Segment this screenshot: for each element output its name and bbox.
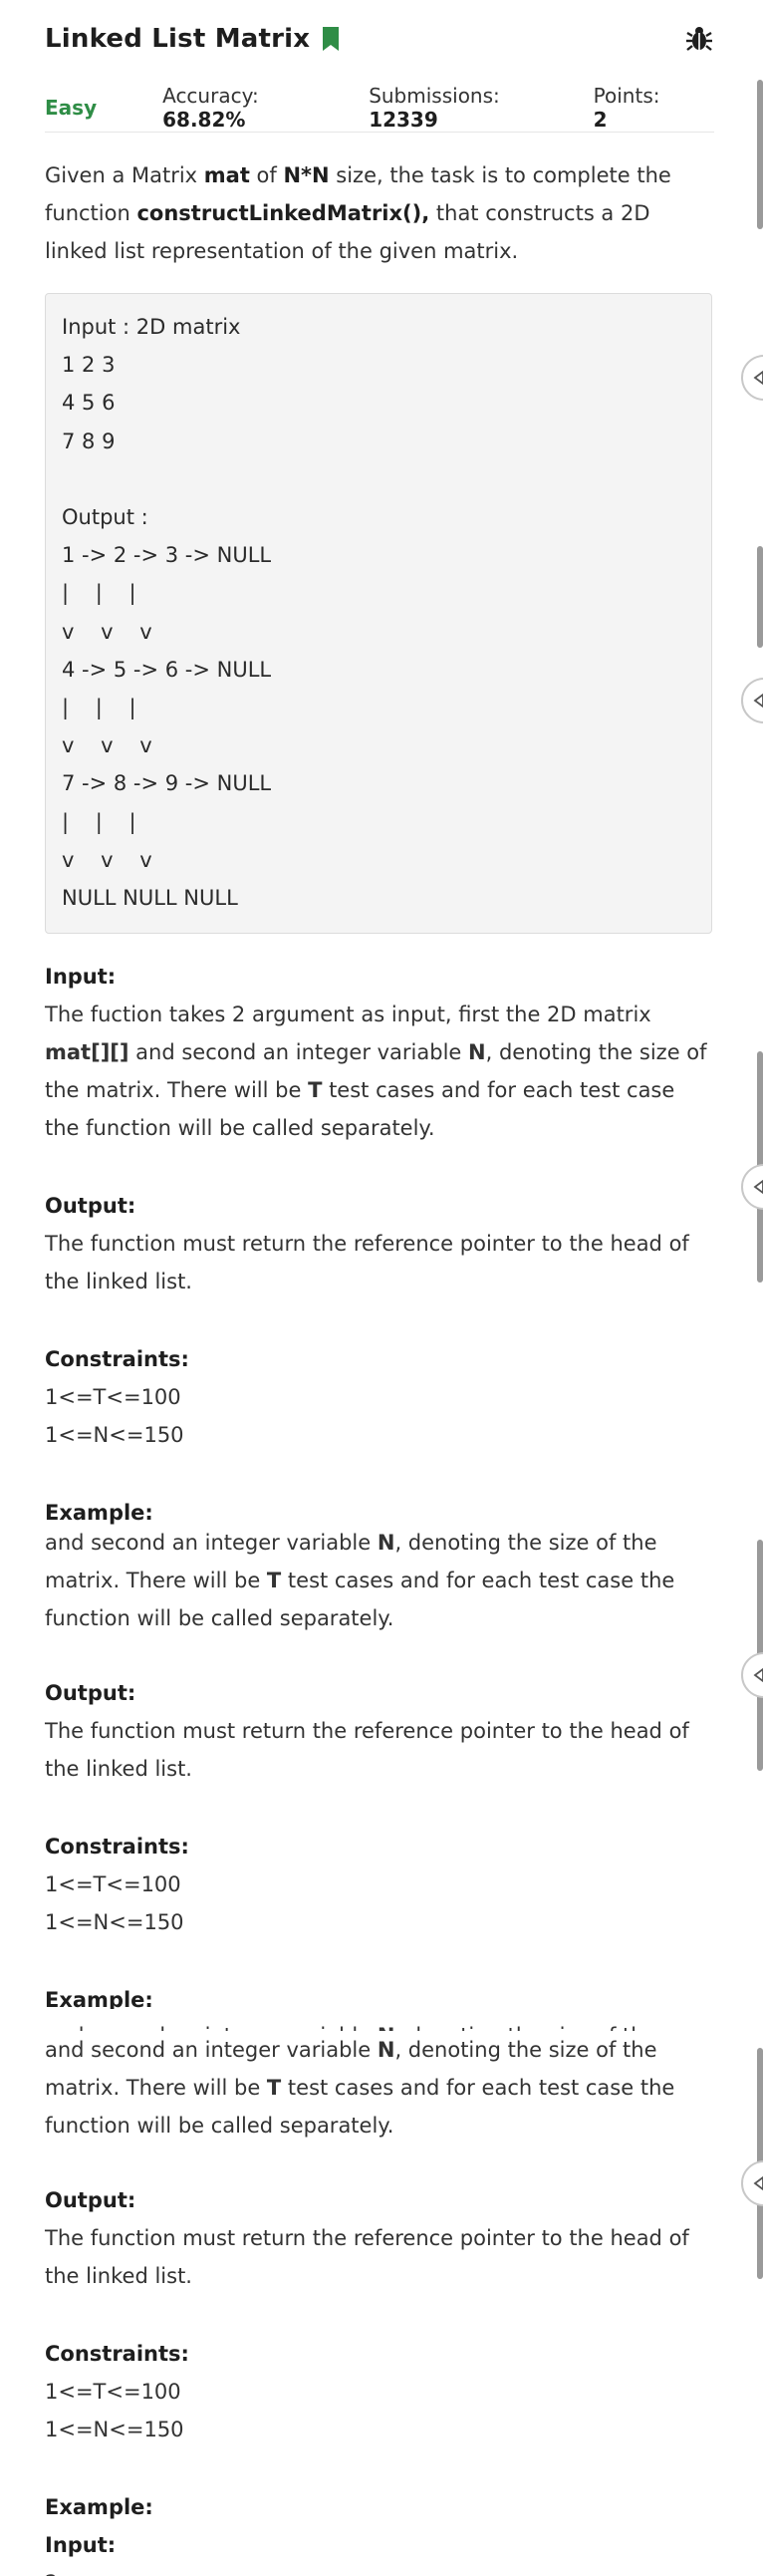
chevron-left-icon: [753, 371, 763, 385]
page-title: Linked List Matrix: [45, 24, 340, 54]
accuracy-stat: Accuracy: 68.82%: [162, 84, 259, 132]
problem-panel: Linked List Matrix Easy Accuracy: 68.82%…: [45, 0, 714, 2576]
example-input-heading: Input:: [45, 2533, 117, 2557]
output-section: Output: The function must return the ref…: [45, 2181, 714, 2295]
input-heading: Input:: [45, 965, 117, 989]
example-heading: Example:: [45, 1988, 153, 2009]
constraints-section: Constraints: 1<=T<=100 1<=N<=150: [45, 1340, 714, 1454]
constraints-section: Constraints: 1<=T<=100 1<=N<=150: [45, 2335, 714, 2448]
collapse-panel-handle[interactable]: [741, 678, 763, 723]
collapse-panel-handle[interactable]: [741, 355, 763, 401]
output-heading: Output:: [45, 1194, 136, 1218]
constraint-t: 1<=T<=100: [45, 1385, 181, 1409]
problem-meta: Easy Accuracy: 68.82% Submissions: 12339…: [45, 84, 714, 132]
example-heading: Example:: [45, 2495, 153, 2519]
constraints-heading: Constraints:: [45, 1347, 189, 1371]
collapse-panel-handle[interactable]: [741, 1652, 763, 1698]
example-input-value: 2: [45, 2564, 714, 2576]
problem-description: Given a Matrix mat of N*N size, the task…: [45, 163, 671, 263]
bookmark-icon[interactable]: [322, 26, 340, 52]
output-section: Output: The function must return the ref…: [45, 1674, 714, 1788]
chevron-left-icon: [753, 2176, 763, 2190]
constraints-heading: Constraints:: [45, 2342, 189, 2366]
output-heading: Output:: [45, 2188, 136, 2212]
repeat-input-text: and second an integer variable N, denoti…: [45, 2038, 675, 2138]
submissions-stat: Submissions: 12339: [369, 84, 500, 132]
repeat-input-text: and second an integer variable N, denoti…: [45, 1531, 675, 1630]
output-text: The function must return the reference p…: [45, 1719, 689, 1781]
header-divider: [45, 132, 714, 133]
report-bug-icon[interactable]: [684, 24, 714, 54]
points-stat: Points: 2: [593, 84, 660, 132]
problem-header: Linked List Matrix: [45, 0, 714, 88]
constraint-t: 1<=T<=100: [45, 1872, 181, 1896]
output-heading: Output:: [45, 1681, 136, 1705]
constraints-section: Constraints: 1<=T<=100 1<=N<=150: [45, 1828, 714, 1941]
clipped-line: and second an integer variable N, denoti…: [45, 2017, 714, 2031]
chevron-left-icon: [753, 694, 763, 708]
constraint-t: 1<=T<=100: [45, 2380, 181, 2404]
scrollbar-thumb[interactable]: [757, 80, 763, 229]
output-section: Output: The function must return the ref…: [45, 1187, 714, 1300]
constraints-heading: Constraints:: [45, 1835, 189, 1859]
constraint-n: 1<=N<=150: [45, 1423, 184, 1447]
collapse-panel-handle[interactable]: [741, 1164, 763, 1210]
output-text: The function must return the reference p…: [45, 2226, 689, 2288]
difficulty-badge: Easy: [45, 96, 98, 120]
output-text: The function must return the reference p…: [45, 1232, 689, 1293]
input-section: Input: The fuction takes 2 argument as i…: [45, 958, 714, 1147]
constraint-n: 1<=N<=150: [45, 1910, 184, 1934]
scrollbar-thumb[interactable]: [757, 546, 763, 648]
constraint-n: 1<=N<=150: [45, 2418, 184, 2441]
collapse-panel-handle[interactable]: [741, 2160, 763, 2206]
input-text: The fuction takes 2 argument as input, f…: [45, 1002, 707, 1140]
chevron-left-icon: [753, 1180, 763, 1194]
chevron-left-icon: [753, 1668, 763, 1682]
problem-title: Linked List Matrix: [45, 24, 311, 54]
example-code-block: Input : 2D matrix 1 2 3 4 5 6 7 8 9 Outp…: [45, 293, 712, 934]
